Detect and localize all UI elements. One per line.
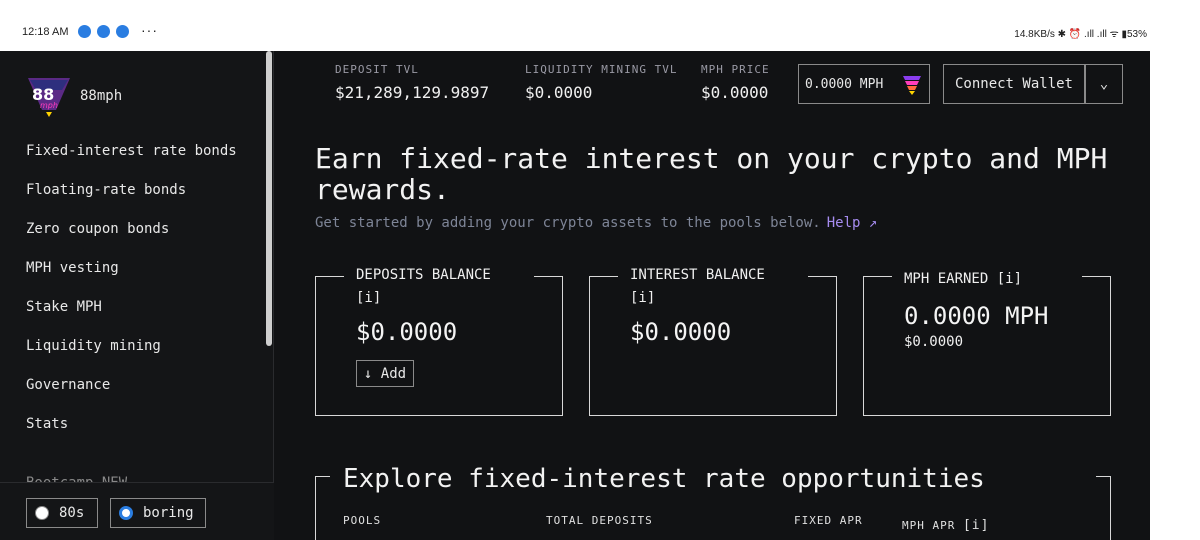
interest-info-icon[interactable]: [i]	[630, 288, 765, 308]
column-header-mph-apr[interactable]: MPH APR [i]	[902, 518, 989, 533]
status-time: 12:18 AM	[22, 26, 69, 38]
app-notification-icon	[78, 25, 91, 38]
lm-tvl-value: $0.0000	[525, 83, 593, 102]
subtitle-text: Get started by adding your crypto assets…	[315, 215, 821, 231]
mph-price-value: $0.0000	[701, 83, 769, 102]
connect-wallet-button[interactable]: Connect Wallet	[943, 64, 1085, 104]
status-bar: 12:18 AM ··· 14.8KB/s ✱ ⏰ .ıll .ıll ᯤ ▮5…	[0, 0, 1150, 51]
theme-switcher: 80s boring	[0, 482, 274, 540]
mph-earned-title: MPH EARNED [i]	[904, 269, 1022, 289]
external-link-icon: ↗	[868, 215, 878, 231]
sidebar-scrollbar[interactable]	[266, 51, 272, 346]
deposits-balance-title: DEPOSITS BALANCE [i]	[356, 265, 491, 308]
mph-apr-info-icon[interactable]: [i]	[963, 518, 989, 533]
mph-price-label: MPH PRICE	[701, 63, 770, 76]
page-subtitle: Get started by adding your crypto assets…	[315, 215, 877, 231]
mph-earned-usd: $0.0000	[904, 334, 964, 350]
chevron-down-icon[interactable]: ⌄	[1085, 64, 1123, 104]
lm-tvl-label: LIQUIDITY MINING TVL	[525, 63, 678, 76]
app-notification-icon	[97, 25, 110, 38]
mph-apr-label: MPH APR	[902, 519, 956, 532]
sidebar-item-floating-rate-bonds[interactable]: Floating-rate bonds	[26, 180, 246, 201]
deposit-tvl-value: $21,289,129.9897	[335, 83, 490, 102]
sidebar-item-governance[interactable]: Governance	[26, 375, 246, 396]
help-label: Help	[826, 215, 861, 231]
theme-label-80s: 80s	[59, 505, 85, 521]
sidebar-nav: Fixed-interest rate bonds Floating-rate …	[26, 141, 246, 453]
deposits-info-icon[interactable]: [i]	[356, 288, 491, 308]
column-header-fixed-apr[interactable]: FIXED APR	[794, 514, 863, 527]
screen-edge	[1150, 0, 1200, 540]
svg-text:mph: mph	[40, 101, 58, 110]
deposits-balance-label: DEPOSITS BALANCE	[356, 267, 491, 283]
explore-title: Explore fixed-interest rate opportunitie…	[343, 464, 985, 494]
sidebar-item-stats[interactable]: Stats	[26, 414, 246, 435]
88mph-logo[interactable]: 88 mph	[26, 76, 72, 118]
status-indicators: 14.8KB/s ✱ ⏰ .ıll .ıll ᯤ ▮53%	[1014, 29, 1147, 40]
sidebar-item-stake-mph[interactable]: Stake MPH	[26, 297, 246, 318]
mph-earned-card: MPH EARNED [i] 0.0000 MPH $0.0000	[863, 271, 1111, 416]
main-content: DEPOSIT TVL $21,289,129.9897 LIQUIDITY M…	[275, 51, 1150, 540]
mph-token-icon	[903, 76, 921, 95]
theme-option-80s[interactable]: 80s	[26, 498, 98, 528]
mph-earned-info-icon[interactable]: [i]	[997, 271, 1022, 287]
deposits-balance-value: $0.0000	[356, 318, 458, 346]
interest-balance-card: INTEREST BALANCE [i] $0.0000	[589, 267, 837, 416]
theme-label-boring: boring	[143, 505, 194, 521]
mph-earned-value: 0.0000 MPH	[904, 302, 1049, 330]
messenger-icon	[116, 25, 129, 38]
mph-balance-button[interactable]: 0.0000 MPH	[798, 64, 930, 104]
column-header-total-deposits[interactable]: TOTAL DEPOSITS	[546, 514, 653, 527]
interest-balance-value: $0.0000	[630, 318, 732, 346]
sidebar-item-mph-vesting[interactable]: MPH vesting	[26, 258, 246, 279]
more-notifications-icon: ···	[141, 22, 158, 38]
radio-80s[interactable]	[35, 506, 49, 520]
explore-section: Explore fixed-interest rate opportunitie…	[315, 464, 1111, 540]
sidebar-item-zero-coupon-bonds[interactable]: Zero coupon bonds	[26, 219, 246, 240]
deposits-balance-card: DEPOSITS BALANCE [i] $0.0000 ↓ Add	[315, 267, 563, 416]
help-link[interactable]: Help ↗	[827, 215, 878, 231]
page-headline: Earn fixed-rate interest on your crypto …	[315, 142, 1108, 206]
mph-balance: 0.0000 MPH	[805, 76, 884, 92]
deposit-tvl-label: DEPOSIT TVL	[335, 63, 419, 76]
sidebar-item-liquidity-mining[interactable]: Liquidity mining	[26, 336, 246, 357]
interest-balance-label: INTEREST BALANCE	[630, 267, 765, 283]
sidebar-item-fixed-interest-rate-bonds[interactable]: Fixed-interest rate bonds	[26, 141, 246, 162]
sidebar: 88 mph 88mph Fixed-interest rate bonds F…	[0, 51, 274, 540]
interest-balance-title: INTEREST BALANCE [i]	[630, 265, 765, 308]
theme-option-boring[interactable]: boring	[110, 498, 206, 528]
add-deposit-button[interactable]: ↓ Add	[356, 360, 414, 387]
brand-name: 88mph	[80, 88, 123, 104]
column-header-pools[interactable]: POOLS	[343, 514, 381, 527]
radio-boring[interactable]	[119, 506, 133, 520]
app-window: 88 mph 88mph Fixed-interest rate bonds F…	[0, 51, 1150, 540]
mph-earned-label: MPH EARNED	[904, 271, 989, 287]
